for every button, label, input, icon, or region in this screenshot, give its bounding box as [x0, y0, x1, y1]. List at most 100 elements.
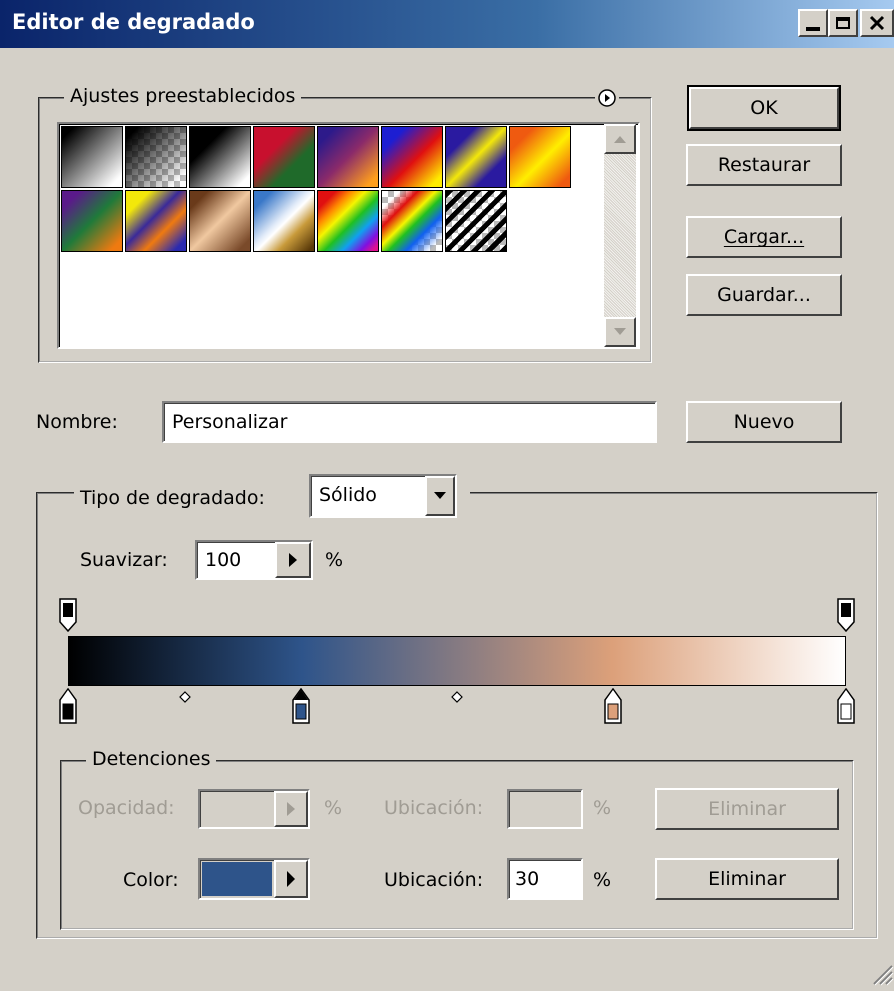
opacity-slider-button[interactable]	[274, 791, 308, 827]
gradient-type-label: Tipo de degradado:	[80, 487, 265, 509]
preset-swatch-fill	[126, 191, 186, 251]
chevron-down-icon	[434, 492, 446, 499]
preset-swatch[interactable]	[381, 190, 443, 252]
preset-swatch[interactable]	[61, 126, 123, 188]
color-location-input[interactable]: 30	[507, 858, 583, 900]
maximize-icon	[836, 17, 850, 29]
preset-swatch[interactable]	[445, 190, 507, 252]
color-location-label: Ubicación:	[384, 869, 484, 891]
save-button[interactable]: Guardar...	[686, 274, 842, 316]
preset-swatch-fill	[382, 127, 442, 187]
opacity-stop-icon	[837, 598, 855, 633]
name-input[interactable]: Personalizar	[162, 401, 657, 443]
preset-swatch-fill	[254, 127, 314, 187]
preset-swatch[interactable]	[189, 126, 251, 188]
minimize-button[interactable]	[798, 9, 828, 37]
save-button-label: Guardar...	[717, 284, 811, 306]
preset-swatch[interactable]	[253, 190, 315, 252]
preset-swatch[interactable]	[125, 190, 187, 252]
opacity-label: Opacidad:	[78, 797, 175, 819]
stops-group-label: Detenciones	[86, 748, 217, 770]
arrow-up-icon	[614, 136, 626, 143]
opacity-stop[interactable]	[59, 598, 77, 637]
color-swatch[interactable]	[202, 862, 272, 896]
preset-swatch[interactable]	[253, 126, 315, 188]
delete-color-stop-button[interactable]: Eliminar	[655, 858, 839, 900]
name-input-value: Personalizar	[172, 411, 288, 433]
preset-swatch[interactable]	[509, 126, 571, 188]
presets-list[interactable]	[57, 122, 640, 349]
smooth-unit: %	[325, 549, 344, 571]
preset-swatch[interactable]	[381, 126, 443, 188]
color-location-unit: %	[593, 869, 612, 891]
stops-group	[60, 760, 854, 930]
presets-menu-button[interactable]	[595, 88, 619, 108]
preset-swatch-fill	[190, 127, 250, 187]
color-stop[interactable]	[292, 687, 311, 729]
presets-group-label: Ajustes preestablecidos	[64, 85, 302, 107]
preset-swatch-fill	[190, 191, 250, 251]
opacity-location-input[interactable]	[507, 789, 583, 829]
color-stop[interactable]	[837, 687, 855, 729]
color-stop-icon	[59, 687, 77, 724]
new-button[interactable]: Nuevo	[686, 401, 842, 443]
preset-swatch-fill	[446, 191, 506, 251]
preset-swatch[interactable]	[125, 126, 187, 188]
color-stop-icon	[837, 687, 855, 724]
color-stop[interactable]	[603, 687, 622, 729]
opacity-input[interactable]	[198, 789, 310, 829]
preset-swatch[interactable]	[445, 126, 507, 188]
preset-swatch-fill	[446, 127, 506, 187]
minimize-icon	[806, 27, 820, 31]
arrow-down-icon	[614, 328, 626, 335]
presets-swatch-grid	[61, 126, 573, 256]
color-label: Color:	[123, 869, 179, 891]
gradient-type-value: Sólido	[319, 484, 377, 506]
opacity-location-label: Ubicación:	[384, 797, 484, 819]
presets-scrollbar[interactable]	[604, 124, 636, 347]
smooth-input[interactable]: 100	[195, 540, 313, 580]
scroll-up-button[interactable]	[604, 124, 636, 154]
preset-swatch[interactable]	[189, 190, 251, 252]
preset-swatch[interactable]	[317, 126, 379, 188]
color-stop-icon	[603, 687, 622, 724]
restore-button[interactable]: Restaurar	[686, 144, 842, 186]
close-button[interactable]	[860, 9, 894, 37]
resize-grip[interactable]	[868, 960, 894, 986]
color-stop[interactable]	[59, 687, 77, 729]
color-location-value: 30	[515, 868, 540, 890]
color-input[interactable]	[198, 858, 310, 900]
new-button-label: Nuevo	[733, 411, 795, 433]
smooth-label: Suavizar:	[80, 549, 168, 571]
opacity-stop-icon	[59, 598, 77, 633]
preset-swatch-fill	[318, 127, 378, 187]
smooth-value: 100	[205, 549, 242, 571]
ok-button[interactable]: OK	[687, 85, 841, 131]
opacity-stops-track[interactable]	[0, 598, 894, 634]
preset-swatch[interactable]	[317, 190, 379, 252]
maximize-button[interactable]	[828, 9, 858, 37]
load-button-label: Cargar...	[723, 226, 805, 248]
preset-swatch-fill	[62, 127, 122, 187]
preset-swatch[interactable]	[61, 190, 123, 252]
arrow-right-icon	[287, 802, 295, 816]
scroll-down-button[interactable]	[604, 317, 636, 347]
delete-color-stop-label: Eliminar	[708, 868, 786, 890]
name-label: Nombre:	[36, 411, 118, 433]
color-menu-button[interactable]	[274, 860, 308, 898]
arrow-right-icon	[287, 871, 295, 887]
delete-opacity-stop-button[interactable]: Eliminar	[655, 788, 839, 830]
window-title: Editor de degradado	[12, 10, 255, 34]
gradient-type-dropdown-button[interactable]	[425, 476, 455, 516]
close-icon	[869, 15, 885, 31]
menu-arrow-icon	[598, 89, 616, 107]
load-button[interactable]: Cargar...	[686, 216, 842, 258]
opacity-stop[interactable]	[837, 598, 855, 637]
gradient-preview-bar[interactable]	[68, 636, 846, 686]
opacity-location-unit: %	[593, 797, 612, 819]
color-stops-track[interactable]	[0, 687, 894, 724]
smooth-slider-button[interactable]	[275, 542, 311, 578]
color-stop-icon	[292, 687, 311, 724]
preset-swatch-fill	[254, 191, 314, 251]
gradient-type-select[interactable]: Sólido	[309, 474, 457, 518]
